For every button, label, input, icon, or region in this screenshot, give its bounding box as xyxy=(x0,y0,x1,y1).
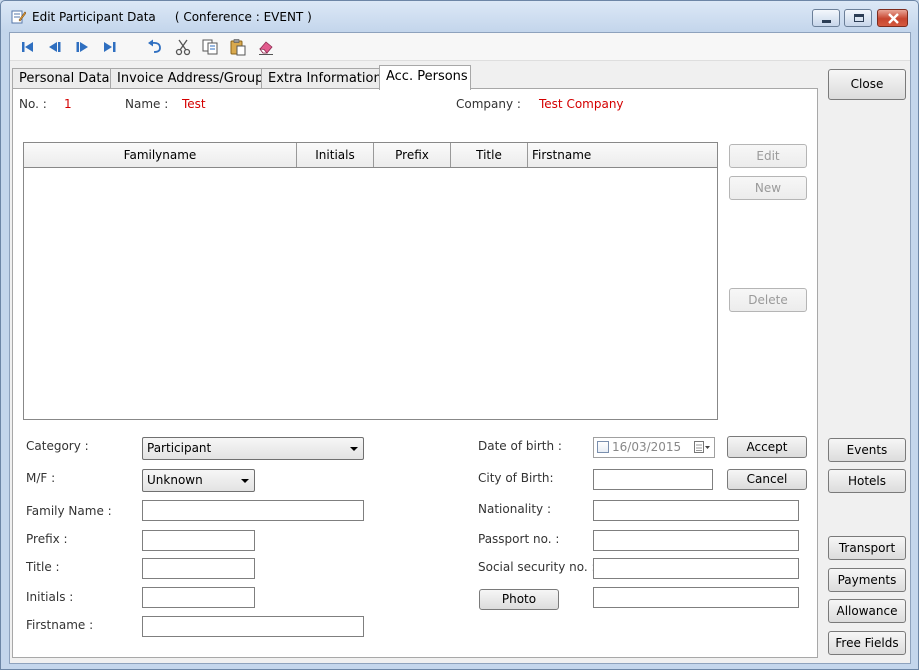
minimize-button[interactable] xyxy=(812,9,840,27)
mf-label: M/F : xyxy=(26,471,56,485)
title-bar: Edit Participant Data ( Conference : EVE… xyxy=(1,1,918,32)
accept-button[interactable]: Accept xyxy=(727,436,807,458)
nationality-input[interactable] xyxy=(593,500,799,521)
chevron-down-icon xyxy=(350,447,358,451)
social-security-label: Social security no. : xyxy=(478,560,596,574)
city-of-birth-input[interactable] xyxy=(593,469,713,490)
category-value: Participant xyxy=(147,441,212,455)
transport-button[interactable]: Transport xyxy=(828,536,906,560)
allowance-button[interactable]: Allowance xyxy=(828,599,906,623)
undo-icon[interactable] xyxy=(146,38,164,56)
col-initials[interactable]: Initials xyxy=(297,143,374,167)
close-button[interactable]: Close xyxy=(828,69,906,100)
dob-checkbox[interactable] xyxy=(597,441,609,453)
company-label: Company : xyxy=(456,97,521,111)
delete-button[interactable]: Delete xyxy=(729,288,807,312)
grid-header: Familyname Initials Prefix Title Firstna… xyxy=(24,143,717,168)
last-record-icon[interactable] xyxy=(101,38,119,56)
first-record-icon[interactable] xyxy=(19,38,37,56)
family-name-input[interactable] xyxy=(142,500,364,521)
close-window-button[interactable] xyxy=(877,9,908,27)
dob-value: 16/03/2015 xyxy=(612,440,682,454)
passport-input[interactable] xyxy=(593,530,799,551)
close-icon xyxy=(888,13,899,24)
tab-personal-data[interactable]: Personal Data xyxy=(12,68,111,89)
dob-label: Date of birth : xyxy=(478,439,562,453)
photo-path-input[interactable] xyxy=(593,587,799,608)
firstname-label: Firstname : xyxy=(26,618,94,632)
edit-form-icon xyxy=(11,10,26,24)
no-value: 1 xyxy=(64,97,72,111)
nationality-label: Nationality : xyxy=(478,502,552,516)
passport-label: Passport no. : xyxy=(478,532,560,546)
family-name-label: Family Name : xyxy=(26,504,112,518)
previous-record-icon[interactable] xyxy=(46,38,64,56)
name-label: Name : xyxy=(125,97,169,111)
initials-label: Initials : xyxy=(26,590,74,604)
prefix-input[interactable] xyxy=(142,530,255,551)
chevron-down-icon xyxy=(241,479,249,483)
calendar-icon[interactable] xyxy=(694,441,710,454)
tab-invoice-address-group[interactable]: Invoice Address/Group xyxy=(110,68,263,89)
tab-acc-persons[interactable]: Acc. Persons xyxy=(379,65,471,90)
window-title: Edit Participant Data ( Conference : EVE… xyxy=(32,10,312,24)
col-title[interactable]: Title xyxy=(451,143,528,167)
events-button[interactable]: Events xyxy=(828,438,906,462)
acc-persons-grid[interactable]: Familyname Initials Prefix Title Firstna… xyxy=(23,142,718,420)
mf-select[interactable]: Unknown xyxy=(142,469,255,492)
col-firstname[interactable]: Firstname xyxy=(528,143,717,167)
title-label: Title : xyxy=(26,560,60,574)
next-record-icon[interactable] xyxy=(73,38,91,56)
cut-icon[interactable] xyxy=(174,38,192,56)
copy-icon[interactable] xyxy=(201,38,219,56)
paste-icon[interactable] xyxy=(229,38,247,56)
no-label: No. : xyxy=(19,97,47,111)
cancel-button[interactable]: Cancel xyxy=(727,469,807,490)
hotels-button[interactable]: Hotels xyxy=(828,469,906,493)
name-value: Test xyxy=(182,97,206,111)
new-button[interactable]: New xyxy=(729,176,807,200)
edit-button[interactable]: Edit xyxy=(729,144,807,168)
acc-persons-panel: No. : 1 Name : Test Company : Test Compa… xyxy=(12,88,818,658)
erase-icon[interactable] xyxy=(257,38,275,56)
restore-icon xyxy=(854,14,864,22)
prefix-label: Prefix : xyxy=(26,532,68,546)
free-fields-button[interactable]: Free Fields xyxy=(828,631,906,655)
client-area: Personal Data Invoice Address/Group Extr… xyxy=(9,32,911,664)
tab-extra-information[interactable]: Extra Information xyxy=(261,68,382,89)
initials-input[interactable] xyxy=(142,587,255,608)
maximize-button[interactable] xyxy=(844,9,872,27)
col-prefix[interactable]: Prefix xyxy=(374,143,451,167)
city-of-birth-label: City of Birth: xyxy=(478,471,554,485)
company-value: Test Company xyxy=(539,97,624,111)
payments-button[interactable]: Payments xyxy=(828,568,906,592)
firstname-input[interactable] xyxy=(142,616,364,637)
category-select[interactable]: Participant xyxy=(142,437,364,460)
col-familyname[interactable]: Familyname xyxy=(24,143,297,167)
minimize-icon xyxy=(822,20,831,23)
title-input[interactable] xyxy=(142,558,255,579)
mf-value: Unknown xyxy=(147,473,203,487)
app-window: Edit Participant Data ( Conference : EVE… xyxy=(0,0,919,670)
dob-picker[interactable]: 16/03/2015 xyxy=(593,437,715,458)
social-security-input[interactable] xyxy=(593,558,799,579)
toolbar xyxy=(10,33,910,61)
category-label: Category : xyxy=(26,439,89,453)
photo-button[interactable]: Photo xyxy=(479,589,559,610)
